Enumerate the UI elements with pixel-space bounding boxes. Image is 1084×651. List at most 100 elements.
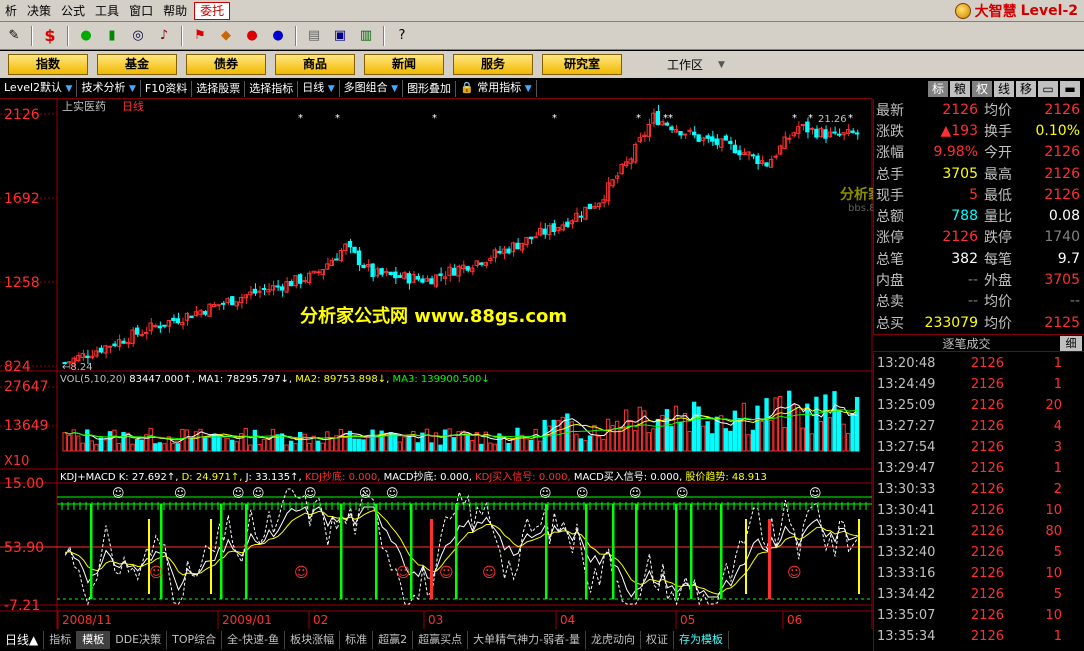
strip-f10[interactable]: F10资料 xyxy=(141,80,193,97)
help-pointer-icon[interactable]: ? xyxy=(390,25,414,47)
candle-body xyxy=(461,264,466,269)
books-icon[interactable]: ▥ xyxy=(354,25,378,47)
strip-period[interactable]: 日线 ▼ xyxy=(298,80,340,97)
bottom-tab[interactable]: 权证 xyxy=(641,631,675,649)
menu-analysis[interactable]: 析 xyxy=(0,1,22,21)
pen-icon[interactable]: ✎ xyxy=(2,25,26,47)
volume-bar xyxy=(524,438,529,452)
chevron-down-icon[interactable]: ▼ xyxy=(391,84,398,94)
indicator-legend-item: J: 33.135↑, xyxy=(245,472,305,483)
strip-select-stock[interactable]: 选择股票 xyxy=(192,80,246,97)
bottom-tab[interactable]: 龙虎动向 xyxy=(586,631,642,649)
x-tick-label: 02 xyxy=(313,613,328,627)
bottom-tab[interactable]: 日线▲ xyxy=(0,631,45,649)
tab-line[interactable]: 线 xyxy=(994,81,1014,97)
nav-research-button[interactable]: 研究室 xyxy=(542,54,622,75)
globe-blue-icon[interactable]: ● xyxy=(266,25,290,47)
toolbar-divider xyxy=(383,25,385,46)
volume-bar xyxy=(112,429,117,452)
traffic-icon[interactable]: ● xyxy=(74,25,98,47)
chevron-down-icon[interactable]: ▼ xyxy=(66,84,73,94)
candle-body xyxy=(682,133,688,136)
menu-tools[interactable]: 工具 xyxy=(90,1,124,21)
tab-move[interactable]: 移 xyxy=(1016,81,1036,97)
nav-bond-button[interactable]: 债券 xyxy=(186,54,266,75)
nav-news-button[interactable]: 新闻 xyxy=(364,54,444,75)
chevron-down-icon[interactable]: ▼ xyxy=(525,84,532,94)
bottom-tab[interactable]: 标准 xyxy=(340,631,374,649)
bottom-tab[interactable]: 超赢2 xyxy=(373,631,414,649)
candle-body xyxy=(854,132,860,135)
candle-body xyxy=(166,319,171,327)
globe-red-icon[interactable]: ● xyxy=(240,25,264,47)
tab-right[interactable]: 权 xyxy=(972,81,992,97)
tab-quote[interactable]: 标 xyxy=(928,81,948,97)
volume-bar xyxy=(352,438,357,452)
menu-formula[interactable]: 公式 xyxy=(56,1,90,21)
tab-grain[interactable]: 粮 xyxy=(950,81,970,97)
candle-body xyxy=(270,285,276,291)
volume-bar xyxy=(492,443,498,452)
volume-bar xyxy=(252,429,258,452)
bars-icon[interactable]: ▮ xyxy=(100,25,124,47)
nav-index-button[interactable]: 指数 xyxy=(8,54,88,75)
bottom-tab[interactable]: 模板 xyxy=(77,631,111,649)
menu-decision[interactable]: 决策 xyxy=(22,1,56,21)
chevron-down-icon[interactable]: ▼ xyxy=(718,60,725,70)
flag-icon[interactable]: ⚑ xyxy=(188,25,212,47)
collapse-icon[interactable]: ▬ xyxy=(1060,81,1080,97)
bottom-tab[interactable]: 大单精气神力-弱者-量 xyxy=(468,631,587,649)
menu-window[interactable]: 窗口 xyxy=(124,1,158,21)
signal-bar xyxy=(455,504,458,599)
signal-bar xyxy=(745,519,747,594)
bell-icon[interactable]: ♪ xyxy=(152,25,176,47)
ticks-list[interactable]: 13:20:48 2126 1 13:24:49 2126 1 13:25:09 2126 20… xyxy=(873,353,1084,651)
bottom-tab[interactable]: 超赢买点 xyxy=(413,631,469,649)
strip-select-indicator[interactable]: 选择指标 xyxy=(245,80,299,97)
bottom-tab[interactable]: 板块涨幅 xyxy=(285,631,341,649)
bottom-tab[interactable]: 全-快速-鱼 xyxy=(222,631,286,649)
nav-fund-button[interactable]: 基金 xyxy=(97,54,177,75)
bottom-tab[interactable]: TOP综合 xyxy=(167,631,223,649)
chart-area[interactable]: 212616921258824上实医药 日线←8.2421.26* * * * * * * * *… xyxy=(0,99,873,629)
candle-body xyxy=(642,134,647,137)
candle-body xyxy=(565,221,570,227)
strip-template[interactable]: Level2默认 ▼ xyxy=(0,80,78,97)
quote-value: 233079 xyxy=(924,314,978,331)
candle-body xyxy=(211,304,217,308)
volume-bar xyxy=(646,432,651,452)
expand-icon[interactable]: ▭ xyxy=(1038,81,1058,97)
signal-bar xyxy=(148,519,150,594)
bottom-tab[interactable]: DDE决策 xyxy=(110,631,168,649)
bottom-tab[interactable]: 存为模板 xyxy=(674,631,730,649)
menu-trade[interactable]: 委托 xyxy=(194,1,231,20)
strip-overlay[interactable]: 图形叠加 xyxy=(403,80,457,97)
volume-bar xyxy=(777,395,783,452)
candle-body xyxy=(510,242,516,253)
tick-price: 2126 xyxy=(970,587,1004,602)
diamond-icon[interactable]: ◆ xyxy=(214,25,238,47)
memo-icon[interactable]: ▤ xyxy=(302,25,326,47)
bottom-tab[interactable]: 指标 xyxy=(44,631,78,649)
dollar-icon[interactable]: $ xyxy=(38,25,62,47)
tick-time: 13:29:47 xyxy=(877,461,936,476)
strip-multi-chart[interactable]: 多图组合 ▼ xyxy=(340,80,404,97)
tick-row: 13:20:48 2126 1 xyxy=(874,353,1084,374)
candle-body xyxy=(845,129,851,134)
candle-body xyxy=(420,278,425,283)
strip-tech-analysis[interactable]: 技术分析 ▼ xyxy=(77,80,141,97)
ticks-detail-button[interactable]: 细 xyxy=(1060,335,1082,351)
binoculars-icon[interactable]: ◎ xyxy=(126,25,150,47)
menu-help[interactable]: 帮助 xyxy=(158,1,192,21)
window-icon[interactable]: ▣ xyxy=(328,25,352,47)
nav-commodity-button[interactable]: 商品 xyxy=(275,54,355,75)
strip-common-indicator[interactable]: 🔒 常用指标 ▼ xyxy=(456,80,537,97)
tick-time: 13:35:34 xyxy=(877,629,936,644)
candle-body xyxy=(347,240,353,248)
workspace-label[interactable]: 工作区 xyxy=(667,56,703,73)
volume-bar xyxy=(515,427,520,452)
chevron-down-icon[interactable]: ▼ xyxy=(129,84,136,94)
vol-legend-item: MA3: 139900.500↓ xyxy=(393,374,490,385)
chevron-down-icon[interactable]: ▼ xyxy=(328,84,335,94)
nav-service-button[interactable]: 服务 xyxy=(453,54,533,75)
